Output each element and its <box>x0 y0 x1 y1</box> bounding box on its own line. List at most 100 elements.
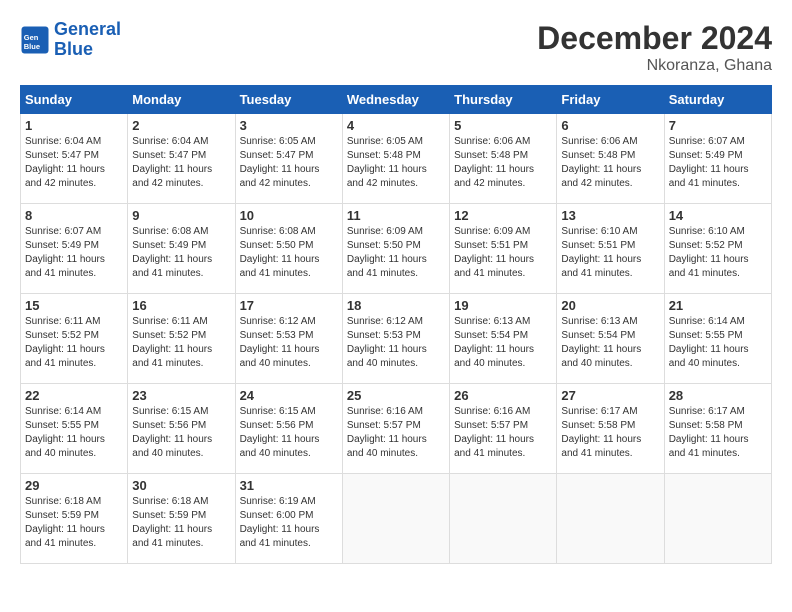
day-info: Sunrise: 6:17 AM Sunset: 5:58 PM Dayligh… <box>669 405 767 461</box>
day-number: 26 <box>454 388 552 403</box>
header-monday: Monday <box>128 86 235 114</box>
calendar-cell: 26 Sunrise: 6:16 AM Sunset: 5:57 PM Dayl… <box>450 384 557 474</box>
calendar-cell: 4 Sunrise: 6:05 AM Sunset: 5:48 PM Dayli… <box>342 114 449 204</box>
day-number: 6 <box>561 118 659 133</box>
calendar-cell: 16 Sunrise: 6:11 AM Sunset: 5:52 PM Dayl… <box>128 294 235 384</box>
calendar-cell <box>664 474 771 564</box>
calendar-cell: 1 Sunrise: 6:04 AM Sunset: 5:47 PM Dayli… <box>21 114 128 204</box>
day-number: 31 <box>240 478 338 493</box>
day-info: Sunrise: 6:04 AM Sunset: 5:47 PM Dayligh… <box>25 135 123 191</box>
day-info: Sunrise: 6:10 AM Sunset: 5:51 PM Dayligh… <box>561 225 659 281</box>
calendar-cell: 21 Sunrise: 6:14 AM Sunset: 5:55 PM Dayl… <box>664 294 771 384</box>
calendar-cell: 3 Sunrise: 6:05 AM Sunset: 5:47 PM Dayli… <box>235 114 342 204</box>
day-info: Sunrise: 6:18 AM Sunset: 5:59 PM Dayligh… <box>25 495 123 551</box>
day-number: 5 <box>454 118 552 133</box>
header-tuesday: Tuesday <box>235 86 342 114</box>
day-number: 13 <box>561 208 659 223</box>
calendar-cell: 5 Sunrise: 6:06 AM Sunset: 5:48 PM Dayli… <box>450 114 557 204</box>
day-number: 1 <box>25 118 123 133</box>
calendar-cell: 11 Sunrise: 6:09 AM Sunset: 5:50 PM Dayl… <box>342 204 449 294</box>
header-friday: Friday <box>557 86 664 114</box>
header-wednesday: Wednesday <box>342 86 449 114</box>
calendar-cell: 23 Sunrise: 6:15 AM Sunset: 5:56 PM Dayl… <box>128 384 235 474</box>
svg-text:Blue: Blue <box>24 42 40 51</box>
calendar-cell: 22 Sunrise: 6:14 AM Sunset: 5:55 PM Dayl… <box>21 384 128 474</box>
calendar-cell: 7 Sunrise: 6:07 AM Sunset: 5:49 PM Dayli… <box>664 114 771 204</box>
location: Nkoranza, Ghana <box>537 57 772 75</box>
day-info: Sunrise: 6:15 AM Sunset: 5:56 PM Dayligh… <box>240 405 338 461</box>
day-number: 21 <box>669 298 767 313</box>
calendar-week-5: 29 Sunrise: 6:18 AM Sunset: 5:59 PM Dayl… <box>21 474 772 564</box>
day-info: Sunrise: 6:08 AM Sunset: 5:50 PM Dayligh… <box>240 225 338 281</box>
day-number: 20 <box>561 298 659 313</box>
day-number: 14 <box>669 208 767 223</box>
day-number: 24 <box>240 388 338 403</box>
day-info: Sunrise: 6:14 AM Sunset: 5:55 PM Dayligh… <box>669 315 767 371</box>
calendar-cell: 20 Sunrise: 6:13 AM Sunset: 5:54 PM Dayl… <box>557 294 664 384</box>
day-info: Sunrise: 6:11 AM Sunset: 5:52 PM Dayligh… <box>132 315 230 371</box>
calendar-cell: 14 Sunrise: 6:10 AM Sunset: 5:52 PM Dayl… <box>664 204 771 294</box>
day-info: Sunrise: 6:16 AM Sunset: 5:57 PM Dayligh… <box>454 405 552 461</box>
day-info: Sunrise: 6:14 AM Sunset: 5:55 PM Dayligh… <box>25 405 123 461</box>
day-info: Sunrise: 6:12 AM Sunset: 5:53 PM Dayligh… <box>240 315 338 371</box>
calendar-week-4: 22 Sunrise: 6:14 AM Sunset: 5:55 PM Dayl… <box>21 384 772 474</box>
logo-icon: Gen Blue <box>20 25 50 55</box>
day-info: Sunrise: 6:07 AM Sunset: 5:49 PM Dayligh… <box>669 135 767 191</box>
day-info: Sunrise: 6:06 AM Sunset: 5:48 PM Dayligh… <box>561 135 659 191</box>
day-number: 2 <box>132 118 230 133</box>
header-saturday: Saturday <box>664 86 771 114</box>
day-info: Sunrise: 6:18 AM Sunset: 5:59 PM Dayligh… <box>132 495 230 551</box>
day-number: 16 <box>132 298 230 313</box>
day-number: 22 <box>25 388 123 403</box>
day-number: 27 <box>561 388 659 403</box>
header-sunday: Sunday <box>21 86 128 114</box>
day-number: 18 <box>347 298 445 313</box>
calendar-cell: 29 Sunrise: 6:18 AM Sunset: 5:59 PM Dayl… <box>21 474 128 564</box>
calendar-cell: 10 Sunrise: 6:08 AM Sunset: 5:50 PM Dayl… <box>235 204 342 294</box>
day-info: Sunrise: 6:15 AM Sunset: 5:56 PM Dayligh… <box>132 405 230 461</box>
day-info: Sunrise: 6:10 AM Sunset: 5:52 PM Dayligh… <box>669 225 767 281</box>
day-info: Sunrise: 6:13 AM Sunset: 5:54 PM Dayligh… <box>561 315 659 371</box>
day-number: 25 <box>347 388 445 403</box>
calendar-cell <box>557 474 664 564</box>
day-number: 29 <box>25 478 123 493</box>
day-number: 4 <box>347 118 445 133</box>
day-info: Sunrise: 6:16 AM Sunset: 5:57 PM Dayligh… <box>347 405 445 461</box>
header-thursday: Thursday <box>450 86 557 114</box>
day-number: 23 <box>132 388 230 403</box>
calendar-cell <box>342 474 449 564</box>
page-header: Gen Blue General Blue December 2024 Nkor… <box>20 20 772 75</box>
day-number: 7 <box>669 118 767 133</box>
calendar-cell: 19 Sunrise: 6:13 AM Sunset: 5:54 PM Dayl… <box>450 294 557 384</box>
day-info: Sunrise: 6:13 AM Sunset: 5:54 PM Dayligh… <box>454 315 552 371</box>
logo-subtext: Blue <box>54 40 121 60</box>
calendar-cell: 13 Sunrise: 6:10 AM Sunset: 5:51 PM Dayl… <box>557 204 664 294</box>
calendar-cell: 6 Sunrise: 6:06 AM Sunset: 5:48 PM Dayli… <box>557 114 664 204</box>
calendar-cell <box>450 474 557 564</box>
day-number: 8 <box>25 208 123 223</box>
calendar-cell: 18 Sunrise: 6:12 AM Sunset: 5:53 PM Dayl… <box>342 294 449 384</box>
day-info: Sunrise: 6:07 AM Sunset: 5:49 PM Dayligh… <box>25 225 123 281</box>
day-number: 3 <box>240 118 338 133</box>
day-info: Sunrise: 6:05 AM Sunset: 5:47 PM Dayligh… <box>240 135 338 191</box>
logo: Gen Blue General Blue <box>20 20 121 60</box>
calendar-cell: 24 Sunrise: 6:15 AM Sunset: 5:56 PM Dayl… <box>235 384 342 474</box>
calendar-cell: 31 Sunrise: 6:19 AM Sunset: 6:00 PM Dayl… <box>235 474 342 564</box>
day-info: Sunrise: 6:12 AM Sunset: 5:53 PM Dayligh… <box>347 315 445 371</box>
day-info: Sunrise: 6:19 AM Sunset: 6:00 PM Dayligh… <box>240 495 338 551</box>
calendar-cell: 8 Sunrise: 6:07 AM Sunset: 5:49 PM Dayli… <box>21 204 128 294</box>
calendar-cell: 17 Sunrise: 6:12 AM Sunset: 5:53 PM Dayl… <box>235 294 342 384</box>
svg-text:Gen: Gen <box>24 33 39 42</box>
day-number: 17 <box>240 298 338 313</box>
calendar-cell: 12 Sunrise: 6:09 AM Sunset: 5:51 PM Dayl… <box>450 204 557 294</box>
day-info: Sunrise: 6:11 AM Sunset: 5:52 PM Dayligh… <box>25 315 123 371</box>
title-block: December 2024 Nkoranza, Ghana <box>537 20 772 75</box>
day-info: Sunrise: 6:05 AM Sunset: 5:48 PM Dayligh… <box>347 135 445 191</box>
calendar-cell: 2 Sunrise: 6:04 AM Sunset: 5:47 PM Dayli… <box>128 114 235 204</box>
day-number: 11 <box>347 208 445 223</box>
day-number: 19 <box>454 298 552 313</box>
calendar-week-1: 1 Sunrise: 6:04 AM Sunset: 5:47 PM Dayli… <box>21 114 772 204</box>
day-info: Sunrise: 6:08 AM Sunset: 5:49 PM Dayligh… <box>132 225 230 281</box>
day-number: 10 <box>240 208 338 223</box>
day-number: 9 <box>132 208 230 223</box>
